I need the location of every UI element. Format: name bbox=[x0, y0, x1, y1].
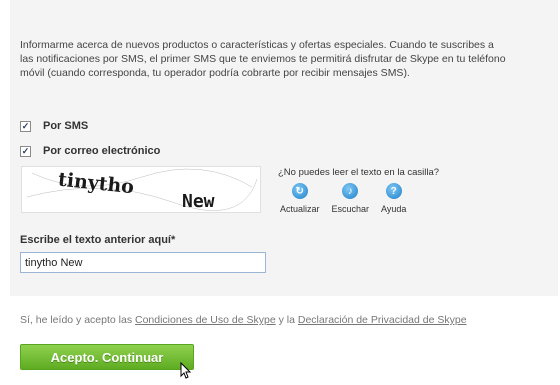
accept-continue-button[interactable]: Acepto. Continuar bbox=[20, 344, 194, 370]
listen-button[interactable]: ♪ Escuchar bbox=[332, 183, 370, 214]
help-icon[interactable]: ? bbox=[385, 183, 402, 199]
captcha-tools: ↻ Actualizar ♪ Escuchar ? Ayuda bbox=[280, 183, 418, 214]
refresh-icon[interactable]: ↻ bbox=[291, 183, 308, 199]
mouse-pointer-icon bbox=[180, 362, 192, 379]
svg-text:tinytho: tinytho bbox=[57, 169, 135, 199]
email-option[interactable]: ✓ Por correo electrónico bbox=[20, 145, 160, 157]
speaker-icon[interactable]: ♪ bbox=[342, 183, 359, 199]
captcha-image: tinytho New bbox=[21, 166, 261, 213]
listen-label[interactable]: Escuchar bbox=[332, 204, 370, 214]
terms-prefix: Sí, he leído y acepto las bbox=[20, 314, 133, 326]
terms-of-use-link[interactable]: Condiciones de Uso de Skype bbox=[135, 314, 276, 326]
refresh-label[interactable]: Actualizar bbox=[280, 204, 320, 214]
sms-label: Por SMS bbox=[43, 120, 89, 132]
email-checkbox[interactable]: ✓ bbox=[20, 145, 31, 157]
captcha-input[interactable] bbox=[20, 252, 266, 273]
sms-option[interactable]: ✓ Por SMS bbox=[20, 120, 88, 132]
sms-checkbox[interactable]: ✓ bbox=[20, 120, 31, 132]
privacy-link[interactable]: Declaración de Privacidad de Skype bbox=[298, 314, 467, 326]
cant-read-text: ¿No puedes leer el texto en la casilla? bbox=[278, 167, 440, 178]
help-button[interactable]: ? Ayuda bbox=[381, 183, 406, 214]
terms-middle: y la bbox=[278, 314, 295, 326]
help-label[interactable]: Ayuda bbox=[381, 204, 406, 214]
captcha-graphic: tinytho New bbox=[26, 169, 258, 212]
captcha-field-label: Escribe el texto anterior aquí* bbox=[20, 234, 176, 246]
terms-text: Sí, he leído y acepto las Condiciones de… bbox=[20, 314, 467, 326]
sms-info-text: Informarme acerca de nuevos productos o … bbox=[20, 39, 506, 79]
email-label: Por correo electrónico bbox=[43, 145, 161, 157]
svg-text:New: New bbox=[182, 191, 215, 212]
refresh-button[interactable]: ↻ Actualizar bbox=[280, 183, 320, 214]
